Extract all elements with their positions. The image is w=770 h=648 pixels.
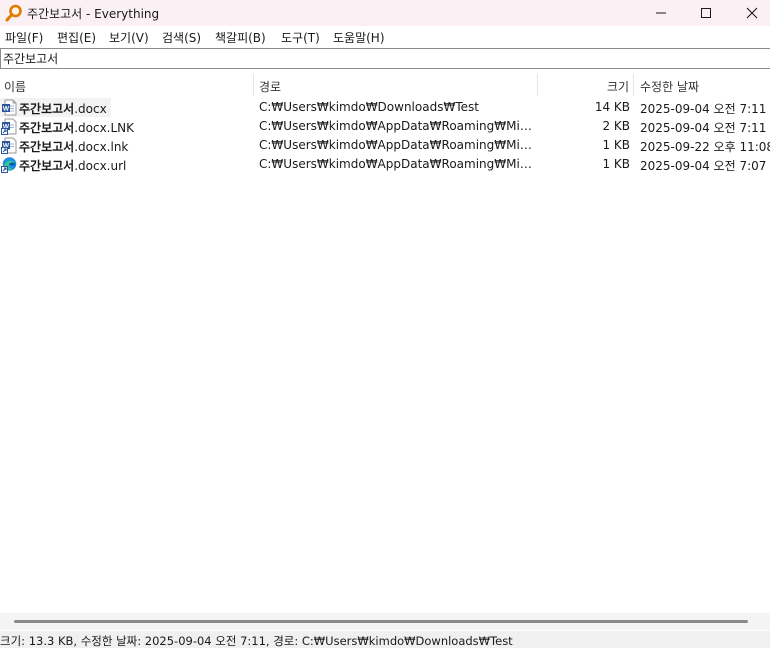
file-modified: 2025-09-04 오전 7:11	[640, 121, 767, 135]
horizontal-scrollbar[interactable]	[0, 613, 770, 630]
file-name-cell[interactable]: W 주간보고서.docx.LNK	[0, 117, 138, 136]
search-input[interactable]	[3, 50, 763, 67]
file-path: C:₩Users₩kimdo₩AppData₩Roaming₩Microsoft…	[259, 119, 535, 133]
file-name-base: 주간보고서	[19, 159, 75, 173]
menu-file[interactable]: 파일(F)	[5, 29, 43, 46]
file-size: 2 KB	[602, 119, 630, 133]
menu-search[interactable]: 검색(S)	[162, 29, 201, 46]
word-document-icon: W	[2, 99, 17, 116]
file-name-ext: .docx.lnk	[74, 140, 129, 154]
list-item[interactable]: 주간보고서.docx.url C:₩Users₩kimdo₩AppData₩Ro…	[0, 155, 770, 174]
word-shortcut-icon: W	[1, 118, 17, 135]
search-box	[0, 48, 770, 69]
file-modified: 2025-09-22 오후 11:08	[640, 140, 770, 154]
menu-bar: 파일(F) 편집(E) 보기(V) 검색(S) 책갈피(B) 도구(T) 도움말…	[0, 26, 770, 47]
edge-url-icon	[1, 157, 17, 173]
file-name-ext: .docx.LNK	[74, 121, 135, 135]
file-size: 14 KB	[594, 100, 630, 114]
column-divider[interactable]	[253, 74, 254, 96]
list-item[interactable]: W 주간보고서.docx.LNK C:₩Users₩kimdo₩AppData₩…	[0, 117, 770, 136]
file-name-ext: .docx	[74, 102, 107, 116]
file-path: C:₩Users₩kimdo₩AppData₩Roaming₩Microsoft…	[259, 138, 535, 152]
menu-tools[interactable]: 도구(T)	[281, 29, 320, 46]
word-shortcut-icon: W	[1, 137, 17, 154]
column-divider[interactable]	[537, 74, 538, 96]
file-name-ext: .docx.url	[74, 159, 127, 173]
column-header: 이름 경로 크기 수정한 날짜	[0, 74, 770, 96]
list-item[interactable]: W 주간보고서.docx C:₩Users₩kimdo₩Downloads₩Te…	[0, 98, 770, 117]
file-name-base: 주간보고서	[19, 140, 75, 154]
file-modified: 2025-09-04 오전 7:07	[640, 159, 767, 173]
minimize-button[interactable]	[638, 0, 684, 26]
everything-app-icon	[5, 4, 22, 22]
column-name[interactable]: 이름	[4, 78, 26, 95]
file-name-cell[interactable]: W 주간보고서.docx.lnk	[0, 136, 132, 155]
window-title: 주간보고서 - Everything	[27, 7, 160, 21]
file-path: C:₩Users₩kimdo₩Downloads₩Test	[259, 100, 479, 114]
maximize-button[interactable]	[683, 0, 729, 26]
menu-help[interactable]: 도움말(H)	[333, 29, 385, 46]
file-name-cell[interactable]: W 주간보고서.docx	[0, 98, 111, 117]
file-size: 1 KB	[602, 157, 630, 171]
close-button[interactable]	[729, 0, 770, 26]
column-modified[interactable]: 수정한 날짜	[640, 78, 699, 95]
column-divider[interactable]	[633, 74, 634, 96]
close-icon	[746, 7, 758, 19]
status-text: 크기: 13.3 KB, 수정한 날짜: 2025-09-04 오전 7:11,…	[0, 634, 513, 648]
minimize-icon	[656, 12, 666, 14]
scrollbar-thumb[interactable]	[14, 620, 748, 623]
column-path[interactable]: 경로	[259, 78, 281, 95]
file-name-base: 주간보고서	[19, 102, 75, 116]
list-item[interactable]: W 주간보고서.docx.lnk C:₩Users₩kimdo₩AppData₩…	[0, 136, 770, 155]
file-size: 1 KB	[602, 138, 630, 152]
status-bar: 크기: 13.3 KB, 수정한 날짜: 2025-09-04 오전 7:11,…	[0, 631, 770, 648]
file-name-cell[interactable]: 주간보고서.docx.url	[0, 155, 130, 174]
file-path: C:₩Users₩kimdo₩AppData₩Roaming₩Microsoft…	[259, 157, 535, 171]
svg-text:W: W	[3, 106, 10, 113]
menu-view[interactable]: 보기(V)	[109, 29, 149, 46]
title-bar: 주간보고서 - Everything	[0, 0, 770, 26]
column-size[interactable]: 크기	[607, 78, 629, 95]
file-modified: 2025-09-04 오전 7:11	[640, 102, 767, 116]
menu-bookmarks[interactable]: 책갈피(B)	[215, 29, 266, 46]
file-name-base: 주간보고서	[19, 121, 75, 135]
maximize-icon	[701, 8, 711, 18]
menu-edit[interactable]: 편집(E)	[57, 29, 96, 46]
